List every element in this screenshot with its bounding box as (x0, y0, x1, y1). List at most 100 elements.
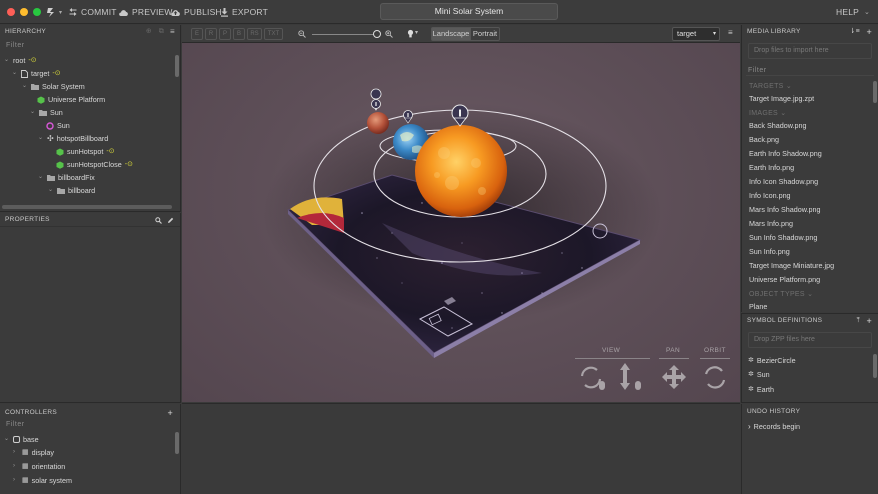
tree-item-sun-hotspot-close[interactable]: sunHotspotClose -⊙ (56, 158, 133, 171)
undo-history-item[interactable]: › Records begin (748, 420, 800, 433)
search-icon[interactable] (155, 217, 162, 224)
scene-viewport[interactable]: E R P B RS TXT ▾ Landscape Portrait targ… (182, 25, 740, 402)
add-icon[interactable]: + (866, 25, 872, 39)
mode-button-rs[interactable]: RS (247, 28, 262, 40)
add-icon[interactable]: + (866, 314, 872, 328)
symbol-item[interactable]: ✲ Earth (748, 383, 774, 396)
symbol-drop-zone[interactable]: Drop ZPP files here (748, 332, 872, 348)
caret-right-icon[interactable]: › (13, 460, 19, 473)
view-rotate-icon[interactable] (580, 366, 602, 389)
symbol-item[interactable]: ✲ BezierCircle (748, 354, 796, 367)
tree-item-sun-group[interactable]: ⌄ Sun (30, 106, 63, 119)
duplicate-icon[interactable]: ⧉ (159, 25, 164, 39)
menu-icon[interactable]: ≡ (728, 28, 733, 37)
mars-planet[interactable] (367, 112, 389, 134)
zoom-slider-thumb[interactable] (373, 30, 381, 38)
chevron-down-icon[interactable]: ▾ (415, 29, 418, 36)
media-item[interactable]: Target Image.jpg.zpt (749, 92, 814, 106)
controller-item-solar-system[interactable]: › ▦ solar system (13, 474, 72, 487)
media-item[interactable]: Earth Info.png (749, 161, 794, 175)
controller-item-display[interactable]: › ▦ display (13, 446, 54, 459)
mode-button-txt[interactable]: TXT (264, 28, 283, 40)
close-window-button[interactable] (7, 8, 15, 16)
mode-button-r[interactable]: R (205, 28, 217, 40)
menu-icon[interactable]: ≡ (170, 25, 175, 39)
sun-planet[interactable] (415, 125, 507, 217)
tree-item-billboard-fix[interactable]: ⌄ billboardFix (38, 171, 95, 184)
mars-info-pin-icon[interactable] (370, 88, 382, 111)
hierarchy-horizontal-scrollbar[interactable] (2, 205, 172, 209)
caret-down-icon[interactable]: ⌄ (22, 80, 28, 93)
media-item[interactable]: Mars Info.png (749, 217, 793, 231)
caret-down-icon[interactable]: ⌄ (48, 184, 54, 197)
symbol-item[interactable]: ✲ Sun (748, 368, 770, 381)
caret-right-icon[interactable]: › (13, 446, 19, 459)
controller-item-base[interactable]: ⌄ base (4, 433, 39, 446)
zoom-slider-track[interactable] (312, 34, 378, 35)
target-select[interactable]: target ▾ (672, 27, 720, 41)
tree-item-sun-hotspot[interactable]: sunHotspot -⊙ (56, 145, 115, 158)
caret-down-icon[interactable]: ⌄ (4, 54, 10, 67)
tree-item-target[interactable]: ⌄ target -⊙ (12, 67, 61, 80)
export-button[interactable]: EXPORT (220, 6, 268, 18)
zappar-menu-button[interactable]: ▾ (46, 6, 62, 18)
controller-item-orientation[interactable]: › ▦ orientation (13, 460, 65, 473)
media-item[interactable]: Info Icon.png (749, 189, 791, 203)
tree-item-billboard[interactable]: ⌄ billboard (48, 184, 95, 197)
sort-icon[interactable]: ⇂≡ (849, 25, 860, 39)
media-item[interactable]: Mars Info Shadow.png (749, 203, 821, 217)
help-menu-button[interactable]: HELP ⌄ (836, 6, 870, 18)
caret-down-icon[interactable]: ⌄ (38, 132, 44, 145)
caret-down-icon[interactable]: ⌄ (12, 67, 18, 80)
landscape-button[interactable]: Landscape (431, 27, 471, 41)
media-scrollbar[interactable] (873, 81, 877, 103)
caret-down-icon[interactable]: ⌄ (4, 433, 10, 446)
media-item[interactable]: Back Shadow.png (749, 119, 807, 133)
media-item[interactable]: Sun Info Shadow.png (749, 231, 817, 245)
hierarchy-scrollbar[interactable] (175, 55, 179, 77)
publish-button[interactable]: PUBLISH (170, 6, 222, 18)
media-drop-zone[interactable]: Drop files to import here (748, 43, 872, 59)
caret-right-icon[interactable]: › (13, 474, 19, 487)
preview-button[interactable]: PREVIEW (118, 6, 173, 18)
pencil-icon[interactable] (167, 217, 174, 224)
symbol-scrollbar[interactable] (873, 354, 877, 378)
caret-down-icon[interactable]: ⌄ (30, 106, 36, 119)
add-icon[interactable]: + (167, 406, 173, 420)
media-item[interactable]: Target Image Miniature.jpg (749, 259, 834, 273)
tree-item-solar-system[interactable]: ⌄ Solar System (22, 80, 85, 93)
media-filter-input[interactable]: Filter (746, 65, 874, 76)
media-item[interactable]: Sun Info.png (749, 245, 790, 259)
scene-canvas[interactable] (182, 43, 740, 402)
upload-icon[interactable]: ⤒ (857, 314, 860, 328)
document-title[interactable]: Mini Solar System (380, 3, 558, 20)
lightbulb-icon[interactable] (407, 29, 414, 39)
caret-down-icon[interactable]: ⌄ (38, 171, 44, 184)
media-item[interactable]: Back.png (749, 133, 779, 147)
view-updown-icon[interactable] (620, 363, 630, 390)
media-item[interactable]: Earth Info Shadow.png (749, 147, 822, 161)
media-item[interactable]: Universe Platform.png (749, 273, 820, 287)
portrait-button[interactable]: Portrait (471, 27, 500, 41)
tree-item-universe-platform[interactable]: Universe Platform (37, 93, 105, 106)
controllers-scrollbar[interactable] (175, 432, 179, 454)
mode-button-e[interactable]: E (191, 28, 203, 40)
pan-move-icon[interactable] (662, 365, 686, 389)
object-types-category[interactable]: OBJECT TYPES ⌄ (749, 289, 813, 301)
zoom-out-icon[interactable] (298, 30, 306, 38)
tree-item-hotspot-billboard[interactable]: ⌄ ✣ hotspotBillboard (38, 132, 108, 145)
media-item[interactable]: Info Icon Shadow.png (749, 175, 818, 189)
minimize-window-button[interactable] (20, 8, 28, 16)
add-icon[interactable]: ⊕ (146, 25, 152, 39)
zoom-in-icon[interactable] (385, 30, 393, 38)
tree-item-sun[interactable]: Sun (46, 119, 70, 132)
commit-button[interactable]: COMMIT (68, 6, 117, 18)
maximize-window-button[interactable] (33, 8, 41, 16)
tree-item-root[interactable]: ⌄ root -⊙ (4, 54, 37, 67)
media-item[interactable]: Plane (749, 301, 767, 312)
mode-button-b[interactable]: B (233, 28, 245, 40)
orbit-rotate-icon[interactable] (704, 366, 726, 389)
hierarchy-filter-input[interactable]: Filter (4, 40, 176, 51)
controllers-filter-input[interactable]: Filter (4, 419, 176, 430)
mode-button-p[interactable]: P (219, 28, 231, 40)
